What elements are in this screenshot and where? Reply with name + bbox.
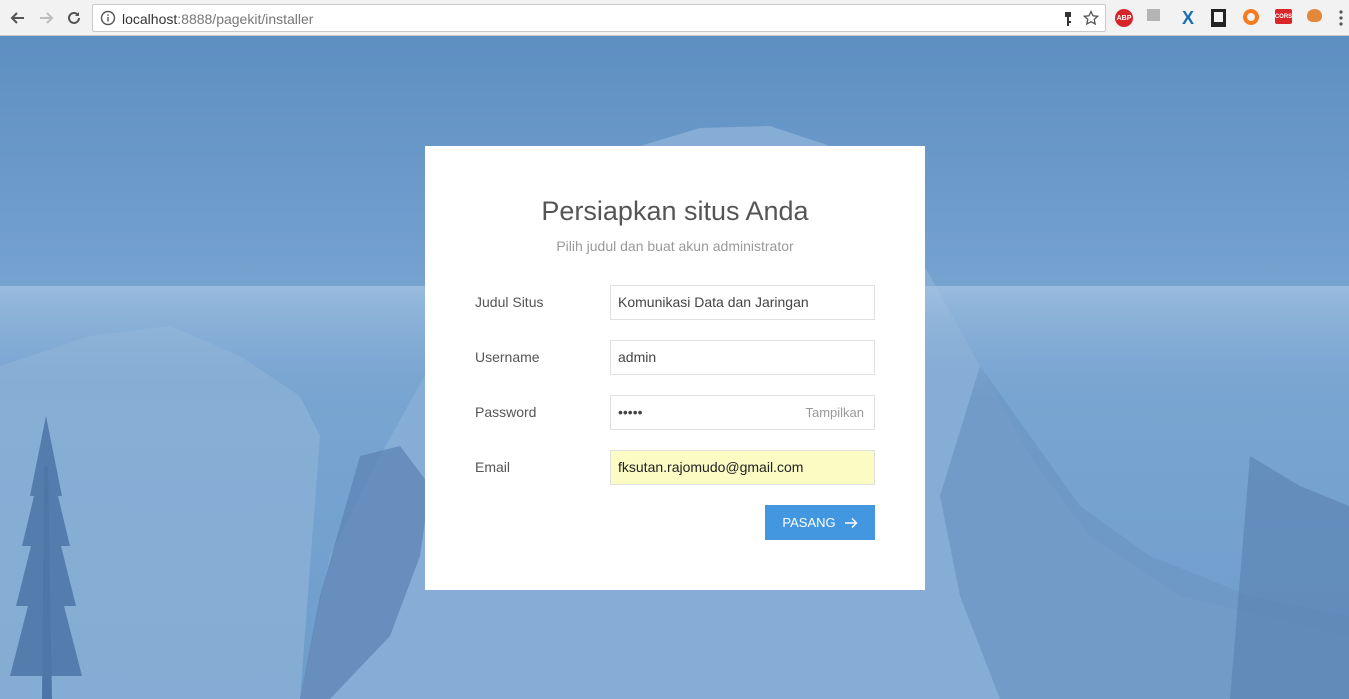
- back-button[interactable]: [6, 6, 30, 30]
- email-input[interactable]: fksutan.rajomudo@gmail.com: [610, 450, 875, 485]
- fox-extension-icon[interactable]: [1307, 9, 1322, 22]
- extension-grey-icon[interactable]: [1147, 9, 1160, 21]
- adblock-plus-icon[interactable]: ABP: [1115, 9, 1133, 27]
- username-input[interactable]: admin: [610, 340, 875, 375]
- install-button-label: PASANG: [782, 515, 836, 530]
- page-subtitle: Pilih judul dan buat akun administrator: [556, 238, 794, 254]
- info-icon[interactable]: [100, 10, 116, 26]
- show-password-toggle[interactable]: Tampilkan: [805, 396, 864, 429]
- browser-toolbar: localhost:8888/pagekit/installer ABP X COR…: [0, 0, 1349, 36]
- arrow-right-icon: [40, 12, 54, 24]
- forward-button[interactable]: [34, 6, 58, 30]
- menu-dots-icon[interactable]: [1339, 10, 1343, 26]
- x-extension-icon[interactable]: X: [1179, 8, 1197, 28]
- bookmark-star-icon[interactable]: [1083, 10, 1099, 26]
- address-bar[interactable]: localhost:8888/pagekit/installer: [92, 4, 1106, 32]
- page-title: Persiapkan situs Anda: [541, 196, 809, 226]
- site-title-input[interactable]: Komunikasi Data dan Jaringan: [610, 285, 875, 320]
- arrow-left-icon: [10, 12, 24, 24]
- url-host: localhost: [122, 11, 178, 27]
- site-title-label: Judul Situs: [475, 294, 544, 310]
- password-input[interactable]: ••••• Tampilkan: [610, 395, 875, 430]
- username-label: Username: [475, 349, 540, 365]
- installer-card: Persiapkan situs Anda Pilih judul dan bu…: [425, 146, 925, 590]
- reload-icon: [68, 11, 80, 24]
- url-path: :8888/pagekit/installer: [177, 11, 314, 27]
- password-label: Password: [475, 404, 537, 420]
- orange-ring-extension-icon[interactable]: [1243, 9, 1259, 25]
- cors-extension-icon[interactable]: CORS: [1275, 9, 1292, 24]
- url-text: localhost:8888/pagekit/installer: [122, 11, 313, 27]
- key-icon[interactable]: [1061, 11, 1075, 27]
- reload-button[interactable]: [62, 6, 86, 30]
- bookmark-extension-icon[interactable]: [1211, 9, 1226, 27]
- install-button[interactable]: PASANG: [765, 505, 875, 540]
- arrow-right-icon: [844, 517, 858, 528]
- password-value: •••••: [618, 404, 643, 420]
- email-label: Email: [475, 459, 511, 475]
